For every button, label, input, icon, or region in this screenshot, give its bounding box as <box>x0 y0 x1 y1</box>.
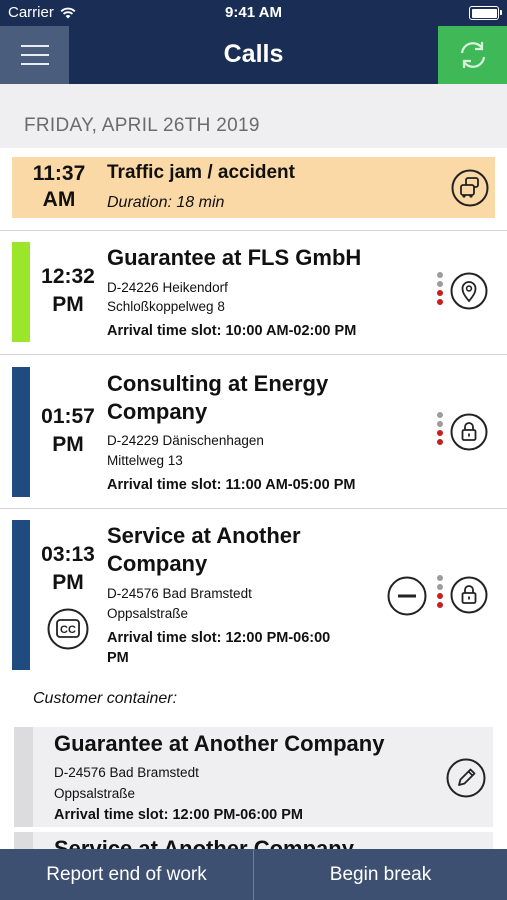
refresh-icon <box>460 42 485 68</box>
date-section-header: FRIDAY, APRIL 26TH 2019 <box>0 84 507 148</box>
lock-icon[interactable] <box>450 576 488 614</box>
event-duration: Duration: 18 min <box>107 194 225 211</box>
customer-container-label: Customer container: <box>33 690 178 707</box>
sync-button[interactable] <box>438 26 507 84</box>
call-card[interactable]: 12:32 PM Guarantee at FLS GmbH D-24226 H… <box>12 242 495 342</box>
call-status-bar <box>12 242 30 342</box>
priority-indicator <box>437 412 443 445</box>
lock-icon[interactable] <box>450 413 488 451</box>
bottom-action-bar: Report end of work Begin break <box>0 849 507 900</box>
edit-pencil-icon[interactable] <box>446 758 486 798</box>
battery-icon <box>469 6 502 20</box>
call-time: 01:57 PM <box>41 405 95 456</box>
call-address-line2: Oppsalstraße <box>107 606 189 621</box>
call-title: Consulting at Energy Company <box>107 371 329 424</box>
priority-indicator <box>437 272 443 305</box>
report-end-of-work-button[interactable]: Report end of work <box>0 849 253 900</box>
clock: 9:41 AM <box>225 4 282 21</box>
event-title: Traffic jam / accident <box>107 162 295 183</box>
call-title: Guarantee at FLS GmbH <box>107 245 362 270</box>
call-time-slot: Arrival time slot: 12:00 PM-06:00 PM <box>107 630 331 666</box>
container-call-address-line1: D-24576 Bad Bramstedt <box>54 765 199 780</box>
collapse-minus-icon[interactable] <box>387 576 427 616</box>
call-time-slot: Arrival time slot: 10:00 AM-02:00 PM <box>107 323 357 339</box>
container-call-card[interactable]: Guarantee at Another Company D-24576 Bad… <box>14 727 493 827</box>
divider <box>0 354 507 355</box>
call-status-bar <box>12 367 30 497</box>
begin-break-button[interactable]: Begin break <box>254 849 507 900</box>
event-time: 11:37 AM <box>32 162 86 211</box>
page-title: Calls <box>223 40 284 68</box>
call-status-bar <box>12 520 30 670</box>
container-call-address-line2: Oppsalstraße <box>54 786 136 801</box>
call-time: 12:32 PM <box>41 265 95 316</box>
call-card[interactable]: 01:57 PM Consulting at Energy Company D-… <box>12 367 495 497</box>
call-title: Service at Another Company <box>107 523 301 576</box>
priority-indicator <box>437 575 443 608</box>
call-address-line1: D-24226 Heikendorf <box>107 280 228 295</box>
call-address-line1: D-24229 Dänischenhagen <box>107 433 264 448</box>
call-time: 03:13 PM <box>41 543 95 594</box>
status-bar: Carrier 9:41 AM <box>0 0 507 26</box>
divider <box>0 508 507 509</box>
call-address-line2: Schloßkoppelweg 8 <box>107 299 225 314</box>
customer-container-icon: CC <box>47 608 89 650</box>
divider <box>0 230 507 231</box>
container-call-time-slot: Arrival time slot: 12:00 PM-06:00 PM <box>54 807 304 823</box>
call-address-line1: D-24576 Bad Bramstedt <box>107 586 252 601</box>
call-address-line2: Mittelweg 13 <box>107 453 183 468</box>
container-card-bar <box>14 727 33 827</box>
map-pin-icon[interactable] <box>450 272 488 310</box>
date-label: FRIDAY, APRIL 26TH 2019 <box>24 115 260 136</box>
call-time-slot: Arrival time slot: 11:00 AM-05:00 PM <box>107 477 356 493</box>
svg-text:CC: CC <box>60 624 76 636</box>
traffic-jam-icon[interactable] <box>451 169 489 207</box>
call-card[interactable]: 03:13 PM CC Service at Another Company D… <box>12 520 495 670</box>
container-call-title: Guarantee at Another Company <box>54 731 385 756</box>
traffic-event-card[interactable]: 11:37 AM Traffic jam / accident Duration… <box>12 157 495 218</box>
nav-bar: Calls <box>0 26 507 84</box>
